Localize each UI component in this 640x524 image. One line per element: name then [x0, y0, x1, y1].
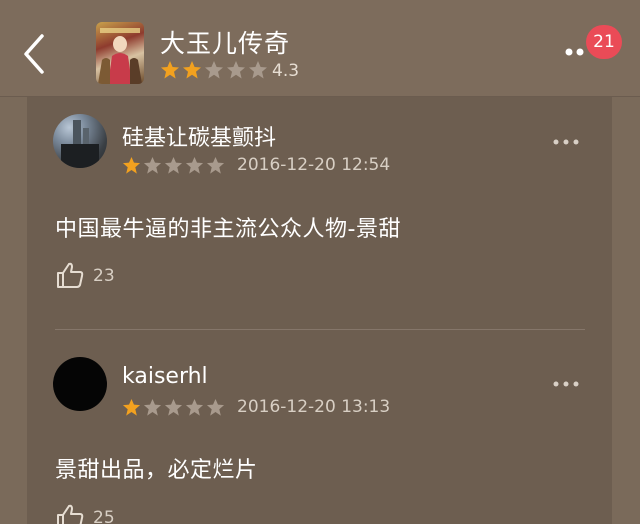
review-more-icon[interactable] — [552, 137, 580, 147]
star-empty-icon — [206, 156, 225, 174]
star-empty-icon — [227, 61, 245, 79]
star-empty-icon — [205, 61, 223, 79]
star-empty-icon — [143, 156, 162, 174]
app-rating-stars — [160, 60, 270, 80]
avatar[interactable] — [53, 114, 107, 168]
review-date: 2016-12-20 12:54 — [237, 155, 391, 175]
review-username[interactable]: kaiserhl — [122, 364, 208, 389]
review-more-icon[interactable] — [552, 379, 580, 389]
star-empty-icon — [164, 398, 183, 416]
thumbs-up-icon[interactable] — [55, 502, 85, 524]
review-divider — [55, 329, 585, 330]
review-comment: 景甜出品，必定烂片 — [55, 458, 258, 483]
app-rating-value: 4.3 — [272, 61, 300, 81]
back-arrow-icon[interactable] — [18, 32, 54, 76]
review-stars — [122, 398, 227, 417]
review-comment: 中国最牛逼的非主流公众人物-景甜 — [55, 217, 401, 242]
review-username[interactable]: 硅基让碳基颤抖 — [122, 120, 276, 152]
like-count: 23 — [93, 266, 115, 286]
star-empty-icon — [249, 61, 267, 79]
star-filled-icon — [122, 156, 141, 174]
star-empty-icon — [143, 398, 162, 416]
star-filled-icon — [183, 61, 201, 79]
star-empty-icon — [164, 156, 183, 174]
star-empty-icon — [185, 398, 204, 416]
app-poster-thumbnail[interactable] — [96, 22, 144, 84]
star-empty-icon — [206, 398, 225, 416]
star-filled-icon — [122, 398, 141, 416]
review-date: 2016-12-20 13:13 — [237, 397, 391, 417]
review-stars — [122, 156, 227, 175]
notification-badge[interactable]: 21 — [586, 25, 622, 59]
star-empty-icon — [185, 156, 204, 174]
like-count: 25 — [93, 508, 115, 524]
app-title: 大玉儿传奇 — [160, 29, 291, 58]
avatar[interactable] — [53, 357, 107, 411]
star-filled-icon — [161, 61, 179, 79]
thumbs-up-icon[interactable] — [55, 260, 85, 290]
